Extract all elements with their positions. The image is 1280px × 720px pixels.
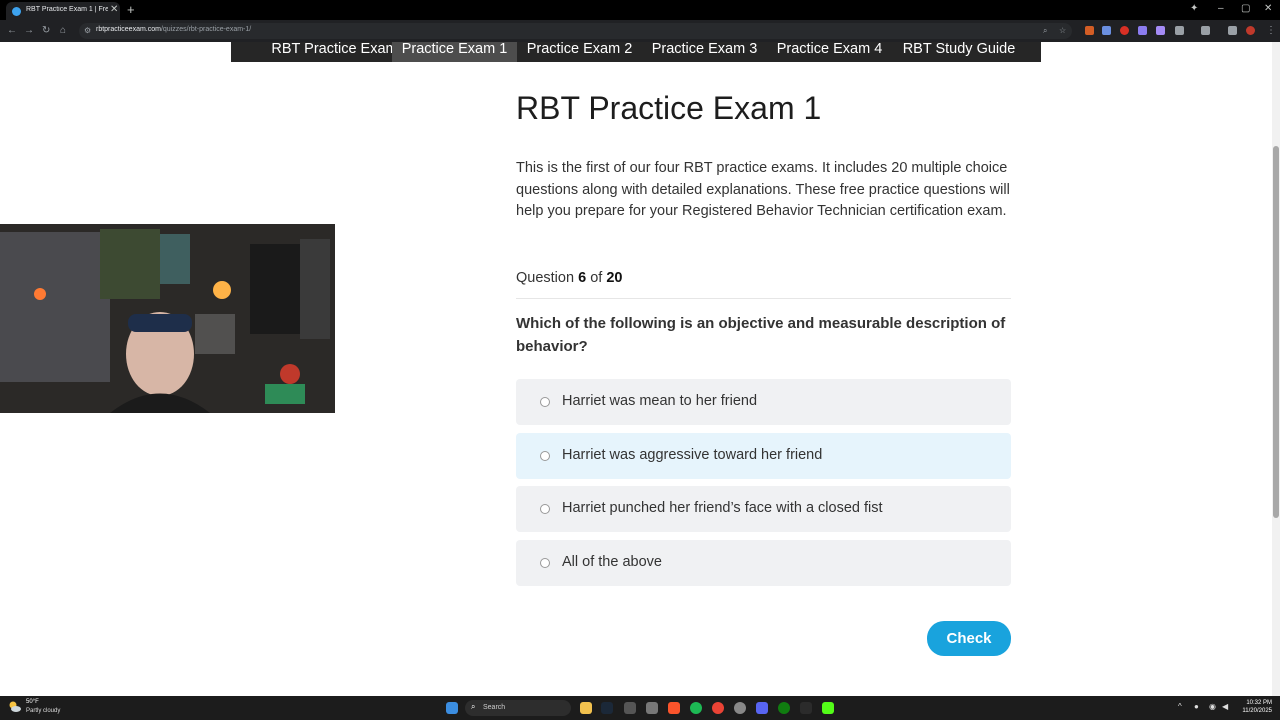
- site-info-icon[interactable]: ⚙: [84, 26, 93, 35]
- url-text: rbtpracticeexam.com/quizzes/rbt-practice…: [96, 26, 252, 33]
- search-icon: ⌕: [471, 702, 476, 711]
- webcam-overlay: [0, 224, 335, 413]
- windows-start-icon[interactable]: [446, 702, 458, 714]
- extension-icon[interactable]: [1085, 26, 1094, 35]
- radio-button[interactable]: [540, 451, 550, 461]
- partly-cloudy-icon[interactable]: [8, 700, 22, 714]
- extension-icon[interactable]: [1120, 26, 1129, 35]
- answer-option-2[interactable]: Harriet was aggressive toward her friend: [516, 433, 1011, 479]
- extension-icon[interactable]: [1102, 26, 1111, 35]
- divider: [516, 298, 1011, 299]
- webcam-image: [0, 224, 335, 413]
- nav-item-practice-exam-3[interactable]: Practice Exam 3: [642, 42, 767, 62]
- nav-item-rbt-study-guide[interactable]: RBT Study Guide: [892, 42, 1026, 62]
- nav-item-practice-exam-1[interactable]: Practice Exam 1: [392, 42, 517, 62]
- back-icon[interactable]: ←: [7, 25, 17, 36]
- profile-avatar[interactable]: [1246, 26, 1255, 35]
- weather-description: Partly cloudy: [26, 708, 61, 714]
- total-questions: 20: [606, 270, 623, 286]
- page-title: RBT Practice Exam 1: [516, 90, 822, 126]
- extension-icon[interactable]: [1156, 26, 1165, 35]
- intro-paragraph: This is the first of our four RBT practi…: [516, 160, 1010, 219]
- app-icon[interactable]: [800, 702, 812, 714]
- windows-taskbar: 50°F Partly cloudy ⌕ Search ^ ● ◉ ◀ 10:3…: [0, 696, 1280, 720]
- wifi-icon[interactable]: ◉: [1209, 702, 1216, 711]
- taskbar-search[interactable]: ⌕ Search: [465, 700, 571, 716]
- forward-icon[interactable]: →: [24, 25, 34, 36]
- microphone-icon[interactable]: ●: [1194, 702, 1199, 711]
- extensions-puzzle-icon[interactable]: [1175, 26, 1184, 35]
- radio-button[interactable]: [540, 504, 550, 514]
- file-explorer-icon[interactable]: [580, 702, 592, 714]
- extension-icon[interactable]: [1138, 26, 1147, 35]
- answer-option-label: Harriet was aggressive toward her friend: [562, 447, 823, 463]
- tab-title: RBT Practice Exam 1 | Free Prac: [26, 6, 108, 13]
- address-bar[interactable]: ⚙ rbtpracticeexam.com/quizzes/rbt-practi…: [79, 23, 1072, 39]
- cast-icon[interactable]: [1228, 26, 1237, 35]
- site-favicon-icon: [12, 7, 21, 16]
- nav-item-practice-exam-2[interactable]: Practice Exam 2: [517, 42, 642, 62]
- page-scrollbar[interactable]: [1272, 42, 1280, 696]
- radio-button[interactable]: [540, 558, 550, 568]
- current-question-number: 6: [578, 270, 587, 286]
- zoom-icon[interactable]: ⌕: [1043, 26, 1047, 36]
- nav-item-practice-exam-4[interactable]: Practice Exam 4: [767, 42, 892, 62]
- sparkle-icon[interactable]: ✦: [1190, 3, 1198, 14]
- check-button[interactable]: Check: [927, 621, 1011, 656]
- kick-icon[interactable]: [822, 702, 834, 714]
- discord-icon[interactable]: [756, 702, 768, 714]
- answer-option-label: Harriet punched her friend’s face with a…: [562, 500, 883, 516]
- answer-option-label: All of the above: [562, 554, 662, 570]
- weather-temperature: 50°F: [26, 699, 39, 705]
- close-window-icon[interactable]: ✕: [1264, 3, 1272, 14]
- new-tab-icon[interactable]: +: [127, 2, 135, 17]
- side-panel-icon[interactable]: [1201, 26, 1210, 35]
- spotify-icon[interactable]: [690, 702, 702, 714]
- chrome-icon[interactable]: [712, 702, 724, 714]
- browser-tab-bar: RBT Practice Exam 1 | Free Prac ✕ + ✦ – …: [0, 0, 1280, 20]
- xbox-icon[interactable]: [778, 702, 790, 714]
- terminal-icon[interactable]: [624, 702, 636, 714]
- settings-gear-icon[interactable]: [646, 702, 658, 714]
- search-label: Search: [483, 704, 506, 711]
- scrollbar-thumb[interactable]: [1273, 146, 1279, 518]
- minimize-icon[interactable]: –: [1218, 3, 1224, 14]
- answer-option-4[interactable]: All of the above: [516, 540, 1011, 586]
- bookmark-star-icon[interactable]: ☆: [1059, 26, 1066, 35]
- browser-tab[interactable]: RBT Practice Exam 1 | Free Prac ✕: [6, 2, 120, 20]
- reload-icon[interactable]: ↻: [42, 25, 50, 36]
- radio-button[interactable]: [540, 397, 550, 407]
- answer-option-1[interactable]: Harriet was mean to her friend: [516, 379, 1011, 425]
- steam-icon[interactable]: [601, 702, 613, 714]
- volume-icon[interactable]: ◀: [1222, 702, 1228, 711]
- show-hidden-icons-icon[interactable]: ^: [1178, 702, 1182, 711]
- site-navigation: RBT Practice Exam Practice Exam 1 Practi…: [231, 42, 1041, 62]
- clock-date: 11/20/2025: [1242, 708, 1272, 714]
- answer-option-3[interactable]: Harriet punched her friend’s face with a…: [516, 486, 1011, 532]
- browser-toolbar: ← → ↻ ⌂ ⚙ rbtpracticeexam.com/quizzes/rb…: [0, 20, 1280, 42]
- home-icon[interactable]: ⌂: [60, 25, 66, 36]
- clock-time: 10:32 PM: [1246, 700, 1272, 706]
- app-icon[interactable]: [734, 702, 746, 714]
- question-text: Which of the following is an objective a…: [516, 315, 1006, 355]
- web-page: RBT Practice Exam Practice Exam 1 Practi…: [0, 42, 1272, 696]
- brave-browser-icon[interactable]: [668, 702, 680, 714]
- system-clock[interactable]: 10:32 PM 11/20/2025: [1236, 699, 1272, 715]
- question-counter: Question 6 of 20: [516, 270, 623, 286]
- answer-option-label: Harriet was mean to her friend: [562, 393, 758, 409]
- restore-icon[interactable]: ▢: [1241, 3, 1250, 14]
- close-tab-icon[interactable]: ✕: [110, 4, 118, 15]
- menu-dots-icon[interactable]: ⋮: [1266, 25, 1276, 36]
